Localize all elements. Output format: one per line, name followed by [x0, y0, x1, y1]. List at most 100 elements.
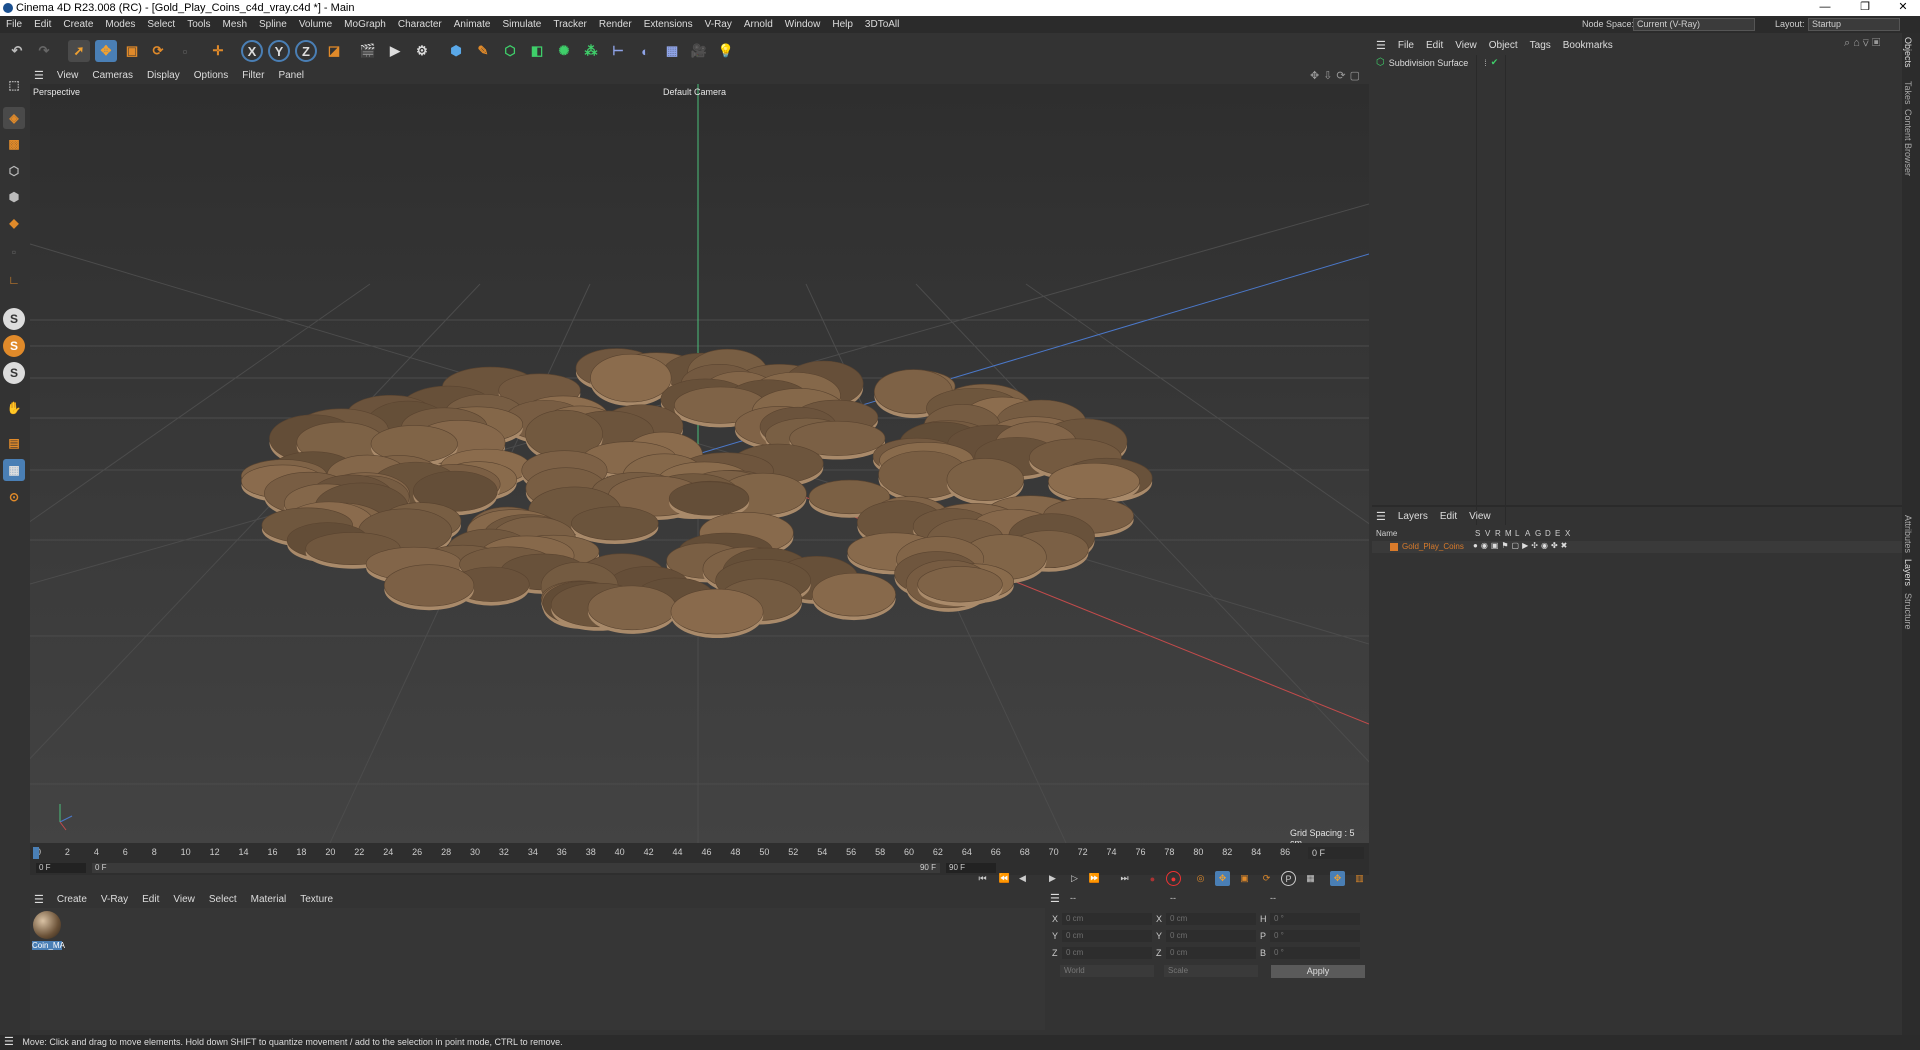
lock-workplane-icon[interactable]: ⊙: [3, 486, 25, 508]
menu-extensions[interactable]: Extensions: [638, 19, 699, 30]
coordinate-mode-select[interactable]: Scale: [1164, 965, 1258, 977]
menu-3dtoall[interactable]: 3DToAll: [859, 19, 905, 30]
pos-z-field[interactable]: 0 cm: [1062, 947, 1152, 959]
layer-col-xref[interactable]: X: [1565, 529, 1570, 538]
menu-mesh[interactable]: Mesh: [217, 19, 253, 30]
viewport-menu-filter[interactable]: Filter: [235, 70, 271, 81]
layer-col-deformers[interactable]: D: [1545, 529, 1551, 538]
render-region-icon[interactable]: 🎬: [357, 40, 379, 62]
viewport-menu-view[interactable]: View: [50, 70, 86, 81]
coordinate-space-select[interactable]: World: [1060, 965, 1154, 977]
polygons-mode-icon[interactable]: ◆: [3, 212, 25, 234]
start-frame-field[interactable]: 0 F: [36, 863, 86, 873]
pos-x-field[interactable]: 0 cm: [1062, 913, 1152, 925]
layer-menu-edit[interactable]: Edit: [1434, 511, 1463, 522]
camera-icon[interactable]: 🎥: [688, 40, 710, 62]
layer-col-solo[interactable]: S: [1475, 529, 1480, 538]
rotate-tool-icon[interactable]: ⟳: [147, 40, 169, 62]
subdivision-surface-icon[interactable]: ⬡: [499, 40, 521, 62]
pos-y-field[interactable]: 0 cm: [1062, 930, 1152, 942]
menu-tools[interactable]: Tools: [181, 19, 216, 30]
tab-attributes[interactable]: Attributes: [1903, 515, 1913, 553]
tab-structure[interactable]: Structure: [1903, 593, 1913, 630]
close-button[interactable]: ✕: [1888, 0, 1918, 16]
floor-icon[interactable]: ▦: [661, 40, 683, 62]
viewport-menu-cameras[interactable]: Cameras: [85, 70, 140, 81]
viewport-menu-options[interactable]: Options: [187, 70, 235, 81]
record-keys-icon[interactable]: ●: [1145, 871, 1160, 886]
object-menu-bookmarks[interactable]: Bookmarks: [1557, 40, 1619, 51]
object-menu-edit[interactable]: Edit: [1420, 40, 1449, 51]
playhead-marker[interactable]: [33, 847, 39, 859]
frame-range-slider[interactable]: 0 F 90 F: [92, 863, 940, 873]
redo-icon[interactable]: ↷: [33, 40, 55, 62]
coin-pile-model[interactable]: [30, 84, 1369, 843]
key-rotate-icon[interactable]: ⟳: [1259, 871, 1274, 886]
minimize-button[interactable]: —: [1810, 0, 1840, 16]
next-key-icon[interactable]: ⏩: [1087, 871, 1102, 886]
object-menu-object[interactable]: Object: [1483, 40, 1524, 51]
hamburger-icon[interactable]: ☰: [1050, 892, 1060, 905]
go-to-start-icon[interactable]: ⏮: [975, 871, 990, 886]
menu-vray[interactable]: V-Ray: [699, 19, 738, 30]
material-menu-select[interactable]: Select: [202, 894, 244, 905]
key-position-icon[interactable]: ◎: [1193, 871, 1208, 886]
axis-add-icon[interactable]: ✛: [207, 40, 229, 62]
tweak-mode-icon[interactable]: ✋: [3, 397, 25, 419]
material-menu-material[interactable]: Material: [244, 894, 294, 905]
hamburger-icon[interactable]: ☰: [30, 893, 50, 906]
layer-col-view[interactable]: V: [1485, 529, 1490, 538]
size-x-field[interactable]: 0 cm: [1166, 913, 1256, 925]
size-y-field[interactable]: 0 cm: [1166, 930, 1256, 942]
tab-objects[interactable]: Objects: [1903, 37, 1913, 68]
menu-edit[interactable]: Edit: [28, 19, 57, 30]
previous-key-icon[interactable]: ⏪: [997, 871, 1012, 886]
material-manager-area[interactable]: Coin_MA: [30, 908, 1045, 1030]
menu-arnold[interactable]: Arnold: [738, 19, 779, 30]
object-menu-tags[interactable]: Tags: [1524, 40, 1557, 51]
snap-s2-button[interactable]: S: [3, 335, 25, 357]
tab-takes[interactable]: Takes: [1903, 81, 1913, 105]
snap-s1-button[interactable]: S: [3, 308, 25, 330]
cube-object-icon[interactable]: ⬢: [445, 40, 467, 62]
render-settings-icon[interactable]: ⚙: [411, 40, 433, 62]
timeline[interactable]: 0246810121416182022242628303234363840424…: [30, 843, 1369, 875]
layer-color-swatch[interactable]: [1390, 543, 1398, 551]
grid-snap-icon[interactable]: ▦: [3, 459, 25, 481]
render-view-icon[interactable]: ▶: [384, 40, 406, 62]
object-menu-view[interactable]: View: [1449, 40, 1483, 51]
y-axis-lock-button[interactable]: Y: [268, 40, 290, 62]
menu-character[interactable]: Character: [392, 19, 448, 30]
key-pla-icon[interactable]: ▦: [1303, 871, 1318, 886]
layer-col-manager[interactable]: M: [1505, 529, 1512, 538]
scale-tool-icon[interactable]: ▣: [121, 40, 143, 62]
restore-button[interactable]: ❐: [1850, 0, 1880, 16]
layer-col-animation[interactable]: A: [1525, 529, 1530, 538]
menu-spline[interactable]: Spline: [253, 19, 293, 30]
3d-viewport[interactable]: Perspective Default Camera Grid Spacing …: [30, 84, 1369, 843]
menu-volume[interactable]: Volume: [293, 19, 338, 30]
rot-h-field[interactable]: 0 °: [1270, 913, 1360, 925]
menu-help[interactable]: Help: [826, 19, 859, 30]
material-menu-edit[interactable]: Edit: [135, 894, 166, 905]
field-icon[interactable]: ◐: [634, 40, 656, 62]
menu-tracker[interactable]: Tracker: [547, 19, 593, 30]
layer-col-locked[interactable]: L: [1515, 529, 1519, 538]
layer-col-generators[interactable]: G: [1535, 529, 1541, 538]
material-thumbnail[interactable]: Coin_MA: [32, 911, 65, 953]
pen-spline-icon[interactable]: ✎: [472, 40, 494, 62]
node-space-select[interactable]: Current (V-Ray): [1633, 18, 1755, 31]
material-menu-create[interactable]: Create: [50, 894, 94, 905]
snap-s3-button[interactable]: S: [3, 362, 25, 384]
autokey-icon[interactable]: ●: [1166, 871, 1181, 886]
uv-mode-icon[interactable]: ▫: [3, 241, 25, 263]
step-forward-icon[interactable]: ▷: [1067, 871, 1082, 886]
make-editable-icon[interactable]: ⬚: [3, 74, 25, 96]
layer-col-expressions[interactable]: E: [1555, 529, 1560, 538]
object-manager-search-icon[interactable]: ⌕⌂⊽▣: [1844, 37, 1883, 50]
layer-col-render[interactable]: R: [1495, 529, 1501, 538]
menu-mograph[interactable]: MoGraph: [338, 19, 392, 30]
hamburger-icon[interactable]: ☰: [1372, 39, 1392, 52]
layer-toggle-icons[interactable]: ●◉▣⚑▢▶✣◉✤✖: [1473, 541, 1570, 550]
layer-menu-view[interactable]: View: [1463, 511, 1497, 522]
